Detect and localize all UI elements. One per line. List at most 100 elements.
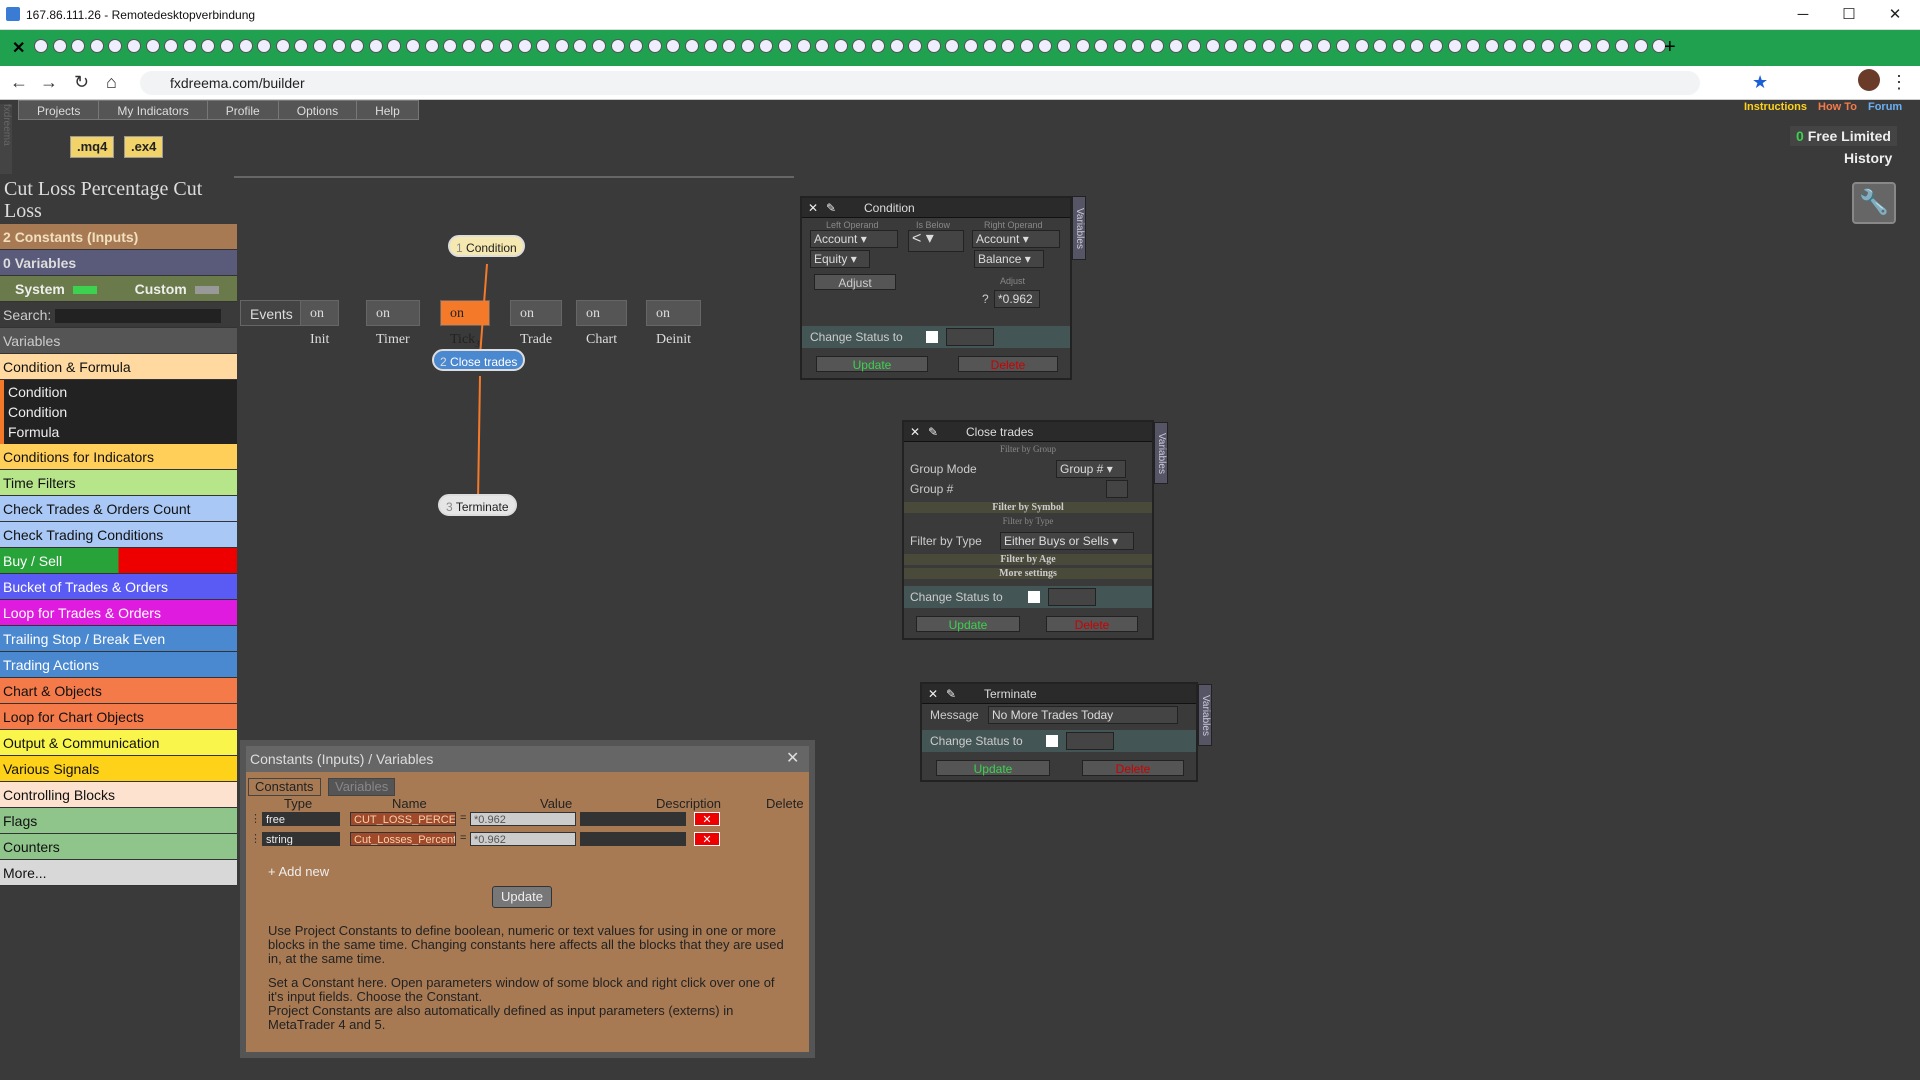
change-status-input[interactable] <box>946 328 994 346</box>
close-button[interactable]: ✕ <box>1872 0 1918 30</box>
event-tab-on-deinit[interactable]: on Deinit <box>646 300 701 347</box>
tab-favicon-icon[interactable] <box>1150 39 1164 53</box>
category-time-filters[interactable]: Time Filters <box>0 470 237 496</box>
tab-favicon-icon[interactable] <box>1094 39 1109 53</box>
left-adjust-button[interactable]: Adjust <box>814 274 896 290</box>
pin-icon[interactable]: ✎ <box>826 198 836 218</box>
new-tab-button[interactable]: + <box>1664 36 1676 59</box>
tab-favicon-icon[interactable] <box>945 39 960 53</box>
category-more[interactable]: More... <box>0 860 237 886</box>
tab-favicon-icon[interactable] <box>1373 39 1388 53</box>
delete-button[interactable]: Delete <box>1082 760 1184 776</box>
category-conditions-for-indicators[interactable]: Conditions for Indicators <box>0 444 237 470</box>
system-toggle[interactable]: System <box>15 281 65 297</box>
tab-favicon-icon[interactable] <box>1540 39 1555 53</box>
menu-projects[interactable]: Projects <box>18 100 100 120</box>
tab-favicon-icon[interactable] <box>1168 39 1183 53</box>
update-button[interactable]: Update <box>916 616 1020 632</box>
change-status-checkbox[interactable] <box>1028 591 1040 603</box>
value-field[interactable]: *0.962 <box>470 832 576 846</box>
tab-favicon-icon[interactable] <box>926 39 941 53</box>
menu-my-indicators[interactable]: My Indicators <box>98 100 208 120</box>
tab-favicon-icon[interactable] <box>443 39 458 53</box>
tab-favicon-icon[interactable] <box>238 39 253 53</box>
menu-profile[interactable]: Profile <box>206 100 279 120</box>
home-icon[interactable]: ⌂ <box>106 72 117 93</box>
tab-favicon-icon[interactable] <box>1131 39 1146 53</box>
event-tab-on-init[interactable]: on Init <box>300 300 340 347</box>
constants-header[interactable]: 2 Constants (Inputs) <box>0 224 237 250</box>
tab-favicon-icon[interactable] <box>34 39 48 53</box>
tab-favicon-icon[interactable] <box>201 39 216 53</box>
type-field[interactable]: string <box>262 832 340 846</box>
minimize-button[interactable]: ─ <box>1780 0 1826 30</box>
tab-favicon-icon[interactable] <box>331 39 346 53</box>
group-mode-select[interactable]: Group # ▾ <box>1056 460 1126 478</box>
tab-favicon-icon[interactable] <box>220 39 234 53</box>
tab-favicon-icon[interactable] <box>1429 39 1443 53</box>
description-field[interactable] <box>580 812 686 826</box>
operator-select[interactable]: < ▾ <box>908 230 964 252</box>
terminate-variables-tab[interactable]: Variables <box>1198 684 1212 746</box>
condition-variables-tab[interactable]: Variables <box>1072 196 1086 260</box>
forward-icon[interactable]: → <box>40 72 58 93</box>
tab-favicon-icon[interactable] <box>313 39 327 53</box>
tab-favicon-icon[interactable] <box>666 39 681 53</box>
menu-dots-icon[interactable]: ⋮ <box>1890 72 1908 93</box>
tab-favicon-icon[interactable] <box>1224 39 1239 53</box>
change-status-checkbox[interactable] <box>926 331 938 343</box>
back-icon[interactable]: ← <box>10 72 28 93</box>
tab-favicon-icon[interactable] <box>127 39 141 53</box>
tab-favicon-icon[interactable] <box>778 39 792 53</box>
tab-favicon-icon[interactable] <box>368 39 383 53</box>
tab-favicon-icon[interactable] <box>982 39 997 53</box>
maximize-button[interactable]: ☐ <box>1826 0 1872 30</box>
tab-favicon-icon[interactable] <box>629 39 644 53</box>
category-various-signals[interactable]: Various Signals <box>0 756 237 782</box>
tab-favicon-icon[interactable] <box>1559 39 1574 53</box>
tab-favicon-icon[interactable] <box>294 39 309 53</box>
tab-favicon-icon[interactable] <box>647 39 662 53</box>
tab-favicon-icon[interactable] <box>889 39 904 53</box>
delete-row-icon[interactable]: ✕ <box>694 832 720 846</box>
tab-favicon-icon[interactable] <box>1410 39 1425 53</box>
submenu-item[interactable]: Formula <box>8 422 233 442</box>
tab-favicon-icon[interactable] <box>1057 39 1071 53</box>
close-icon[interactable]: ✕ <box>928 684 938 704</box>
menu-options[interactable]: Options <box>277 100 358 120</box>
tab-favicon-icon[interactable] <box>796 39 811 53</box>
tab-favicon-icon[interactable] <box>703 39 718 53</box>
tab-favicon-icon[interactable] <box>1112 39 1127 53</box>
name-field[interactable]: CUT_LOSS_PERCENTA <box>350 812 456 826</box>
history-link[interactable]: History <box>1844 150 1892 166</box>
tab-favicon-icon[interactable] <box>517 39 532 53</box>
tab-favicon-icon[interactable] <box>52 39 67 53</box>
category-bucket-of-trades-orders[interactable]: Bucket of Trades & Orders <box>0 574 237 600</box>
tab-favicon-icon[interactable] <box>685 39 699 53</box>
right-balance-select[interactable]: Balance ▾ <box>974 250 1044 268</box>
tab-favicon-icon[interactable] <box>1577 39 1592 53</box>
menu-help[interactable]: Help <box>356 100 419 120</box>
reload-icon[interactable]: ↻ <box>74 72 89 93</box>
type-field[interactable]: free <box>262 812 340 826</box>
tab-favicon-icon[interactable] <box>480 39 495 53</box>
url-field[interactable]: fxdreema.com/builder <box>140 71 1700 95</box>
tab-favicon-icon[interactable] <box>1522 39 1536 53</box>
panel-update-button[interactable]: Update <box>492 886 552 908</box>
right-account-select[interactable]: Account ▾ <box>972 230 1060 248</box>
adjust-value-input[interactable]: *0.962 <box>994 290 1040 308</box>
tab-favicon-icon[interactable] <box>908 39 923 53</box>
tab-favicon-icon[interactable] <box>461 39 476 53</box>
account-plan[interactable]: 0 Free Limited <box>1790 126 1897 146</box>
category-check-trades-orders-count[interactable]: Check Trades & Orders Count <box>0 496 237 522</box>
tab-favicon-icon[interactable] <box>108 39 123 53</box>
category-controlling-blocks[interactable]: Controlling Blocks <box>0 782 237 808</box>
tab-favicon-icon[interactable] <box>1243 39 1257 53</box>
tab-favicon-icon[interactable] <box>499 39 513 53</box>
submenu-item[interactable]: Condition <box>8 402 233 422</box>
category-output-communication[interactable]: Output & Communication <box>0 730 237 756</box>
tab-favicon-icon[interactable] <box>815 39 830 53</box>
category-trading-actions[interactable]: Trading Actions <box>0 652 237 678</box>
delete-row-icon[interactable]: ✕ <box>694 812 720 826</box>
tab-favicon-icon[interactable] <box>610 39 625 53</box>
